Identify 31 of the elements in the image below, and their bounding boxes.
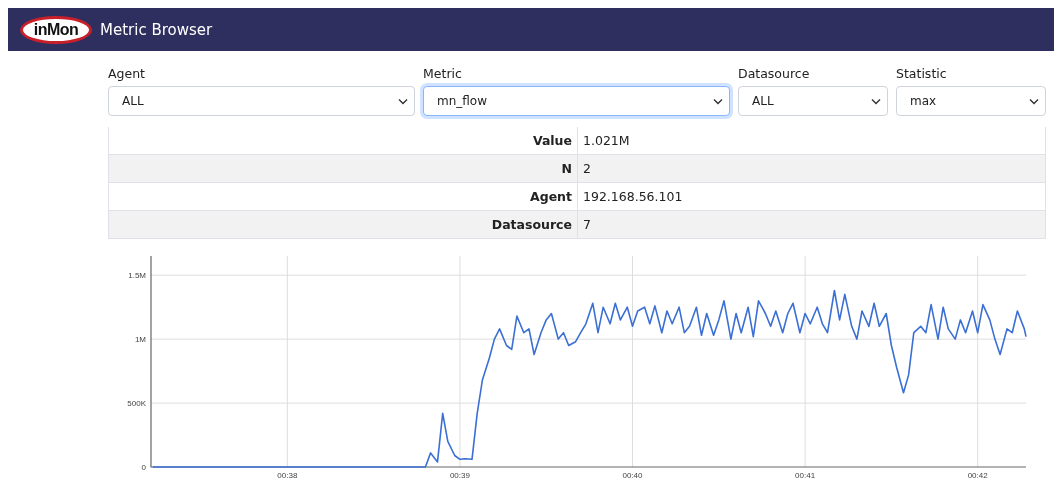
x-axis-label: 00:38 xyxy=(277,471,298,480)
app-title: Metric Browser xyxy=(100,20,213,39)
stat-value: 1.021M xyxy=(582,132,631,150)
y-axis-label: 1M xyxy=(134,335,146,345)
field-label: Datasource xyxy=(738,66,811,81)
chevron-down-icon xyxy=(398,97,408,105)
y-axis-label: 1.5M xyxy=(128,271,146,281)
chevron-down-icon xyxy=(1029,97,1039,105)
field-label: Agent xyxy=(108,66,146,81)
dropdown[interactable]: ALL xyxy=(738,86,888,116)
stat-value: 2 xyxy=(582,160,592,178)
field-label: Statistic xyxy=(896,66,948,81)
x-axis-label: 00:39 xyxy=(449,471,470,480)
stat-name: Agent xyxy=(109,183,578,210)
x-axis-label: 00:41 xyxy=(795,471,816,480)
dropdown[interactable]: mn_flow xyxy=(423,86,730,116)
y-axis-label: 0 xyxy=(141,463,146,472)
x-axis-label: 00:42 xyxy=(967,471,988,480)
stat-name: Value xyxy=(109,127,578,154)
dropdown[interactable]: ALL xyxy=(108,86,415,116)
chevron-down-icon xyxy=(871,97,881,105)
y-axis-label: 500K xyxy=(127,399,146,409)
stat-value: 192.168.56.101 xyxy=(582,188,684,206)
logo: inMon xyxy=(20,15,92,44)
stat-name: Datasource xyxy=(109,211,578,238)
x-axis-label: 00:40 xyxy=(622,471,643,480)
dropdown[interactable]: max xyxy=(896,86,1046,116)
stat-name: N xyxy=(109,155,578,182)
stat-value: 7 xyxy=(582,216,592,234)
chevron-down-icon xyxy=(713,97,723,105)
field-label: Metric xyxy=(423,66,463,81)
